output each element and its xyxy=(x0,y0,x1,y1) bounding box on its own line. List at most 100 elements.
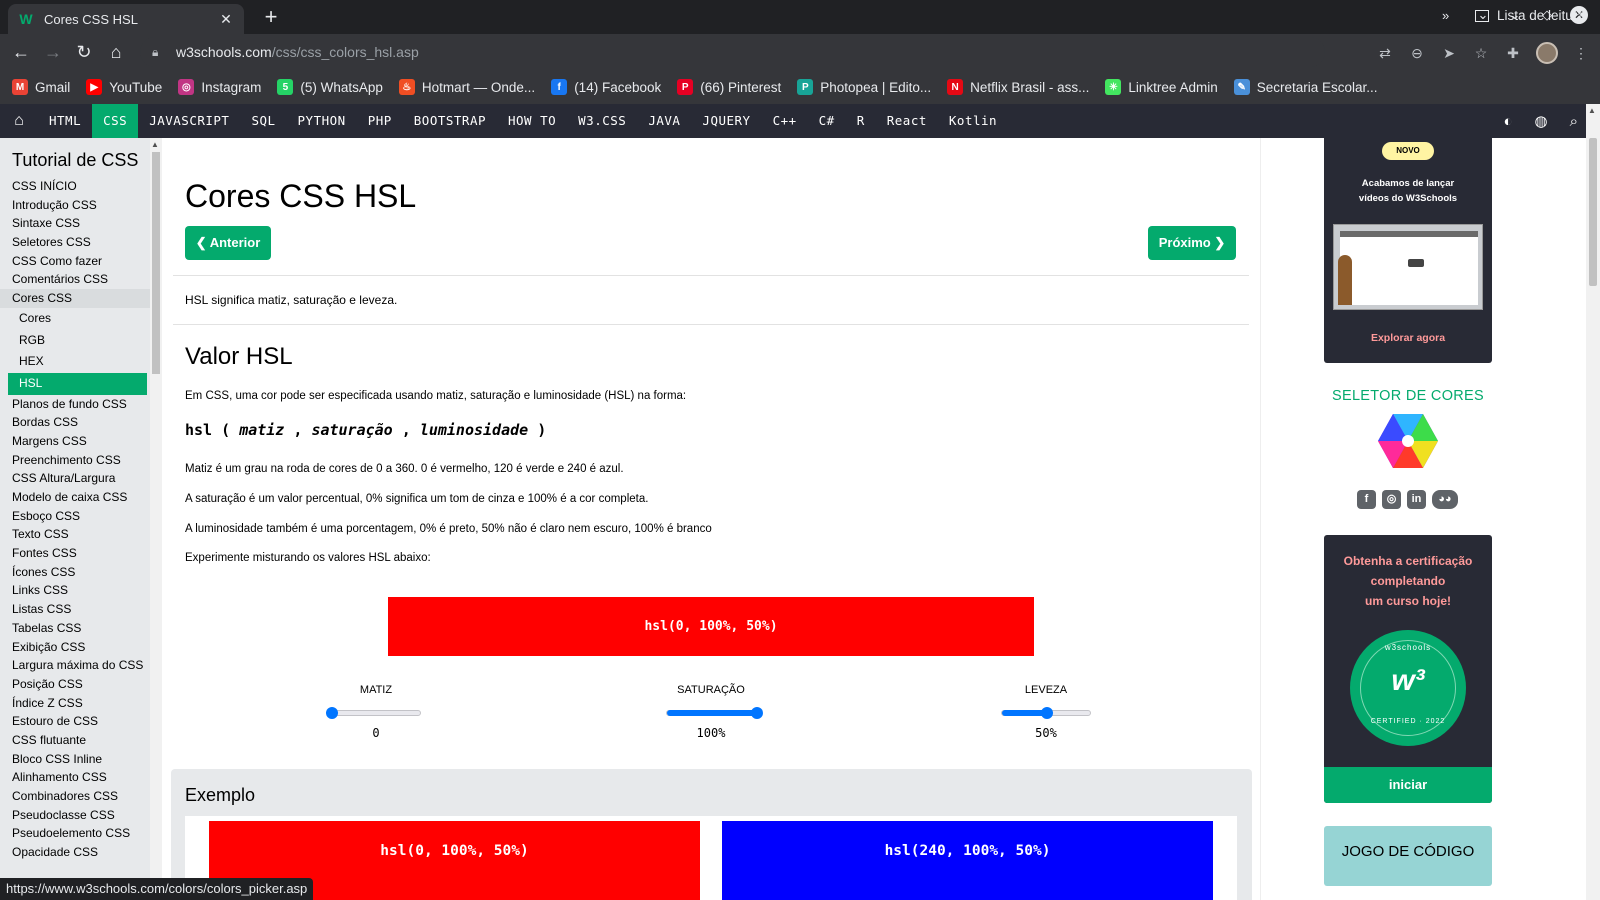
bookmark-item[interactable]: P Photopea | Edito... xyxy=(797,79,931,95)
menu-icon[interactable]: ⋮ xyxy=(1572,45,1590,62)
sidebar-item[interactable]: Modelo de caixa CSS xyxy=(0,488,150,507)
sidebar-item[interactable]: CSS flutuante xyxy=(0,731,150,750)
instagram-icon[interactable]: ◎ xyxy=(1382,490,1401,509)
discord-icon[interactable]: ◕◕ xyxy=(1432,490,1458,509)
video-thumbnail[interactable] xyxy=(1333,224,1483,310)
sidebar-subitem[interactable]: Cores xyxy=(0,307,150,330)
bookmark-item[interactable]: ◎ Instagram xyxy=(178,79,261,95)
search-icon[interactable]: ⌕ xyxy=(1570,113,1578,130)
topnav-javascript[interactable]: JAVASCRIPT xyxy=(138,104,240,138)
extensions-icon[interactable]: ✚ xyxy=(1504,45,1522,62)
bookmark-item[interactable]: M Gmail xyxy=(12,79,70,95)
topnav-how-to[interactable]: HOW TO xyxy=(497,104,567,138)
sidebar-item[interactable]: Margens CSS xyxy=(0,432,150,451)
topnav-r[interactable]: R xyxy=(846,104,876,138)
next-button[interactable]: Próximo ❯ xyxy=(1148,226,1236,260)
send-icon[interactable]: ➤ xyxy=(1440,45,1458,62)
bookmark-item[interactable]: ✳ Linktree Admin xyxy=(1105,79,1218,95)
sidebar-item[interactable]: Fontes CSS xyxy=(0,544,150,563)
scroll-up-icon[interactable]: ▲ xyxy=(151,140,159,149)
sidebar-item[interactable]: Posição CSS xyxy=(0,675,150,694)
slider-track[interactable] xyxy=(326,707,421,719)
sidebar-item[interactable]: Alinhamento CSS xyxy=(0,768,150,787)
page-scrollbar-thumb[interactable] xyxy=(1589,138,1597,286)
topnav-w3-css[interactable]: W3.CSS xyxy=(567,104,637,138)
zoom-icon[interactable]: ⊖ xyxy=(1408,45,1426,62)
sidebar-item[interactable]: Índice Z CSS xyxy=(0,694,150,713)
color-wheel-icon[interactable] xyxy=(1378,414,1438,468)
slider-thumb[interactable] xyxy=(1041,707,1053,719)
home-icon[interactable]: ⌂ xyxy=(104,40,128,64)
slider-track[interactable] xyxy=(1001,707,1091,719)
bookmark-item[interactable]: N Netflix Brasil - ass... xyxy=(947,79,1089,95)
reload-icon[interactable]: ↻ xyxy=(72,40,96,64)
profile-avatar[interactable] xyxy=(1536,42,1558,64)
sidebar-item-selected[interactable]: HSL xyxy=(8,372,147,395)
sidebar-item[interactable]: Combinadores CSS xyxy=(0,787,150,806)
sidebar-item[interactable]: Texto CSS xyxy=(0,525,150,544)
topnav-python[interactable]: PYTHON xyxy=(287,104,357,138)
sidebar-item[interactable]: Bordas CSS xyxy=(0,413,150,432)
sidebar-item[interactable]: Exibição CSS xyxy=(0,638,150,657)
topnav-c++[interactable]: C++ xyxy=(762,104,808,138)
slider-track[interactable] xyxy=(666,707,763,719)
scroll-up-icon[interactable]: ▲ xyxy=(1588,106,1596,115)
sidebar-item[interactable]: Esboço CSS xyxy=(0,507,150,526)
topnav-php[interactable]: PHP xyxy=(357,104,403,138)
bookmark-item[interactable]: ✎ Secretaria Escolar... xyxy=(1233,79,1378,95)
code-game-card[interactable]: JOGO DE CÓDIGO xyxy=(1324,826,1492,886)
topnav-c#[interactable]: C# xyxy=(808,104,846,138)
video-promo-card[interactable]: NOVO Acabamos de lançar vídeos do W3Scho… xyxy=(1324,138,1492,363)
color-picker-title[interactable]: SELETOR DE CORES xyxy=(1261,388,1555,404)
translate-icon[interactable]: ⇄ xyxy=(1376,45,1394,62)
bookmark-item[interactable]: 5 (5) WhatsApp xyxy=(277,79,383,95)
dark-mode-icon[interactable]: ◐ xyxy=(1503,113,1512,130)
sidebar-subitem[interactable]: HEX xyxy=(0,351,150,373)
tab-close-icon[interactable]: ✕ xyxy=(218,11,234,28)
address-bar[interactable]: 🔒︎ w3schools.com/css/css_colors_hsl.asp xyxy=(140,37,1325,67)
facebook-icon[interactable]: f xyxy=(1357,490,1376,509)
sidebar-item[interactable]: Sintaxe CSS xyxy=(0,214,150,233)
topnav-sql[interactable]: SQL xyxy=(240,104,286,138)
forward-icon[interactable]: → xyxy=(41,40,65,64)
topnav-html[interactable]: HTML xyxy=(38,104,92,138)
slider-thumb[interactable] xyxy=(326,707,338,719)
bookmark-item[interactable]: P (66) Pinterest xyxy=(677,79,781,95)
bookmark-item[interactable]: ▶ YouTube xyxy=(86,79,162,95)
sidebar-item[interactable]: Largura máxima do CSS xyxy=(0,656,150,675)
sidebar-item[interactable]: Links CSS xyxy=(0,581,150,600)
bookmark-item[interactable]: ♨ Hotmart — Onde... xyxy=(398,79,535,95)
sidebar-item[interactable]: Pseudoelemento CSS xyxy=(0,824,150,843)
sidebar-item[interactable]: Seletores CSS xyxy=(0,233,150,252)
sidebar-item[interactable]: Preenchimento CSS xyxy=(0,451,150,470)
new-tab-icon[interactable]: + xyxy=(259,5,283,29)
browser-tab[interactable]: W Cores CSS HSL ✕ xyxy=(8,4,244,34)
sidebar-item-colors[interactable]: Cores CSS xyxy=(0,289,150,308)
globe-icon[interactable]: ◍ xyxy=(1535,112,1548,130)
sidebar-item[interactable]: Planos de fundo CSS xyxy=(0,395,150,414)
topnav-css[interactable]: CSS xyxy=(92,104,139,138)
sidebar-item[interactable]: Listas CSS xyxy=(0,600,150,619)
bookmark-star-icon[interactable]: ☆ xyxy=(1472,45,1490,62)
sidebar-item[interactable]: Tabelas CSS xyxy=(0,619,150,638)
sidebar-subitem[interactable]: RGB xyxy=(0,329,150,352)
reading-list-button[interactable]: Lista de leitura xyxy=(1475,8,1585,23)
bookmarks-overflow-icon[interactable]: » xyxy=(1442,8,1449,23)
sidebar-item[interactable]: Pseudoclasse CSS xyxy=(0,806,150,825)
topnav-bootstrap[interactable]: BOOTSTRAP xyxy=(403,104,497,138)
bookmark-item[interactable]: f (14) Facebook xyxy=(551,79,661,95)
slider-thumb[interactable] xyxy=(751,707,763,719)
start-button[interactable]: iniciar xyxy=(1324,767,1492,803)
topnav-java[interactable]: JAVA xyxy=(637,104,691,138)
topnav-jquery[interactable]: JQUERY xyxy=(691,104,761,138)
sidebar-item[interactable]: CSS INÍCIO xyxy=(0,177,150,196)
explore-link[interactable]: Explorar agora xyxy=(1324,332,1492,344)
previous-button[interactable]: ❮ Anterior xyxy=(185,226,271,260)
back-icon[interactable]: ← xyxy=(9,40,33,64)
linkedin-icon[interactable]: in xyxy=(1407,490,1426,509)
home-icon[interactable]: ⌂ xyxy=(0,112,38,130)
sidebar-item[interactable]: Comentários CSS xyxy=(0,270,150,289)
sidebar-item[interactable]: CSS Altura/Largura xyxy=(0,469,150,488)
sidebar-item[interactable]: Opacidade CSS xyxy=(0,843,150,862)
sidebar-item[interactable]: CSS Como fazer xyxy=(0,252,150,271)
